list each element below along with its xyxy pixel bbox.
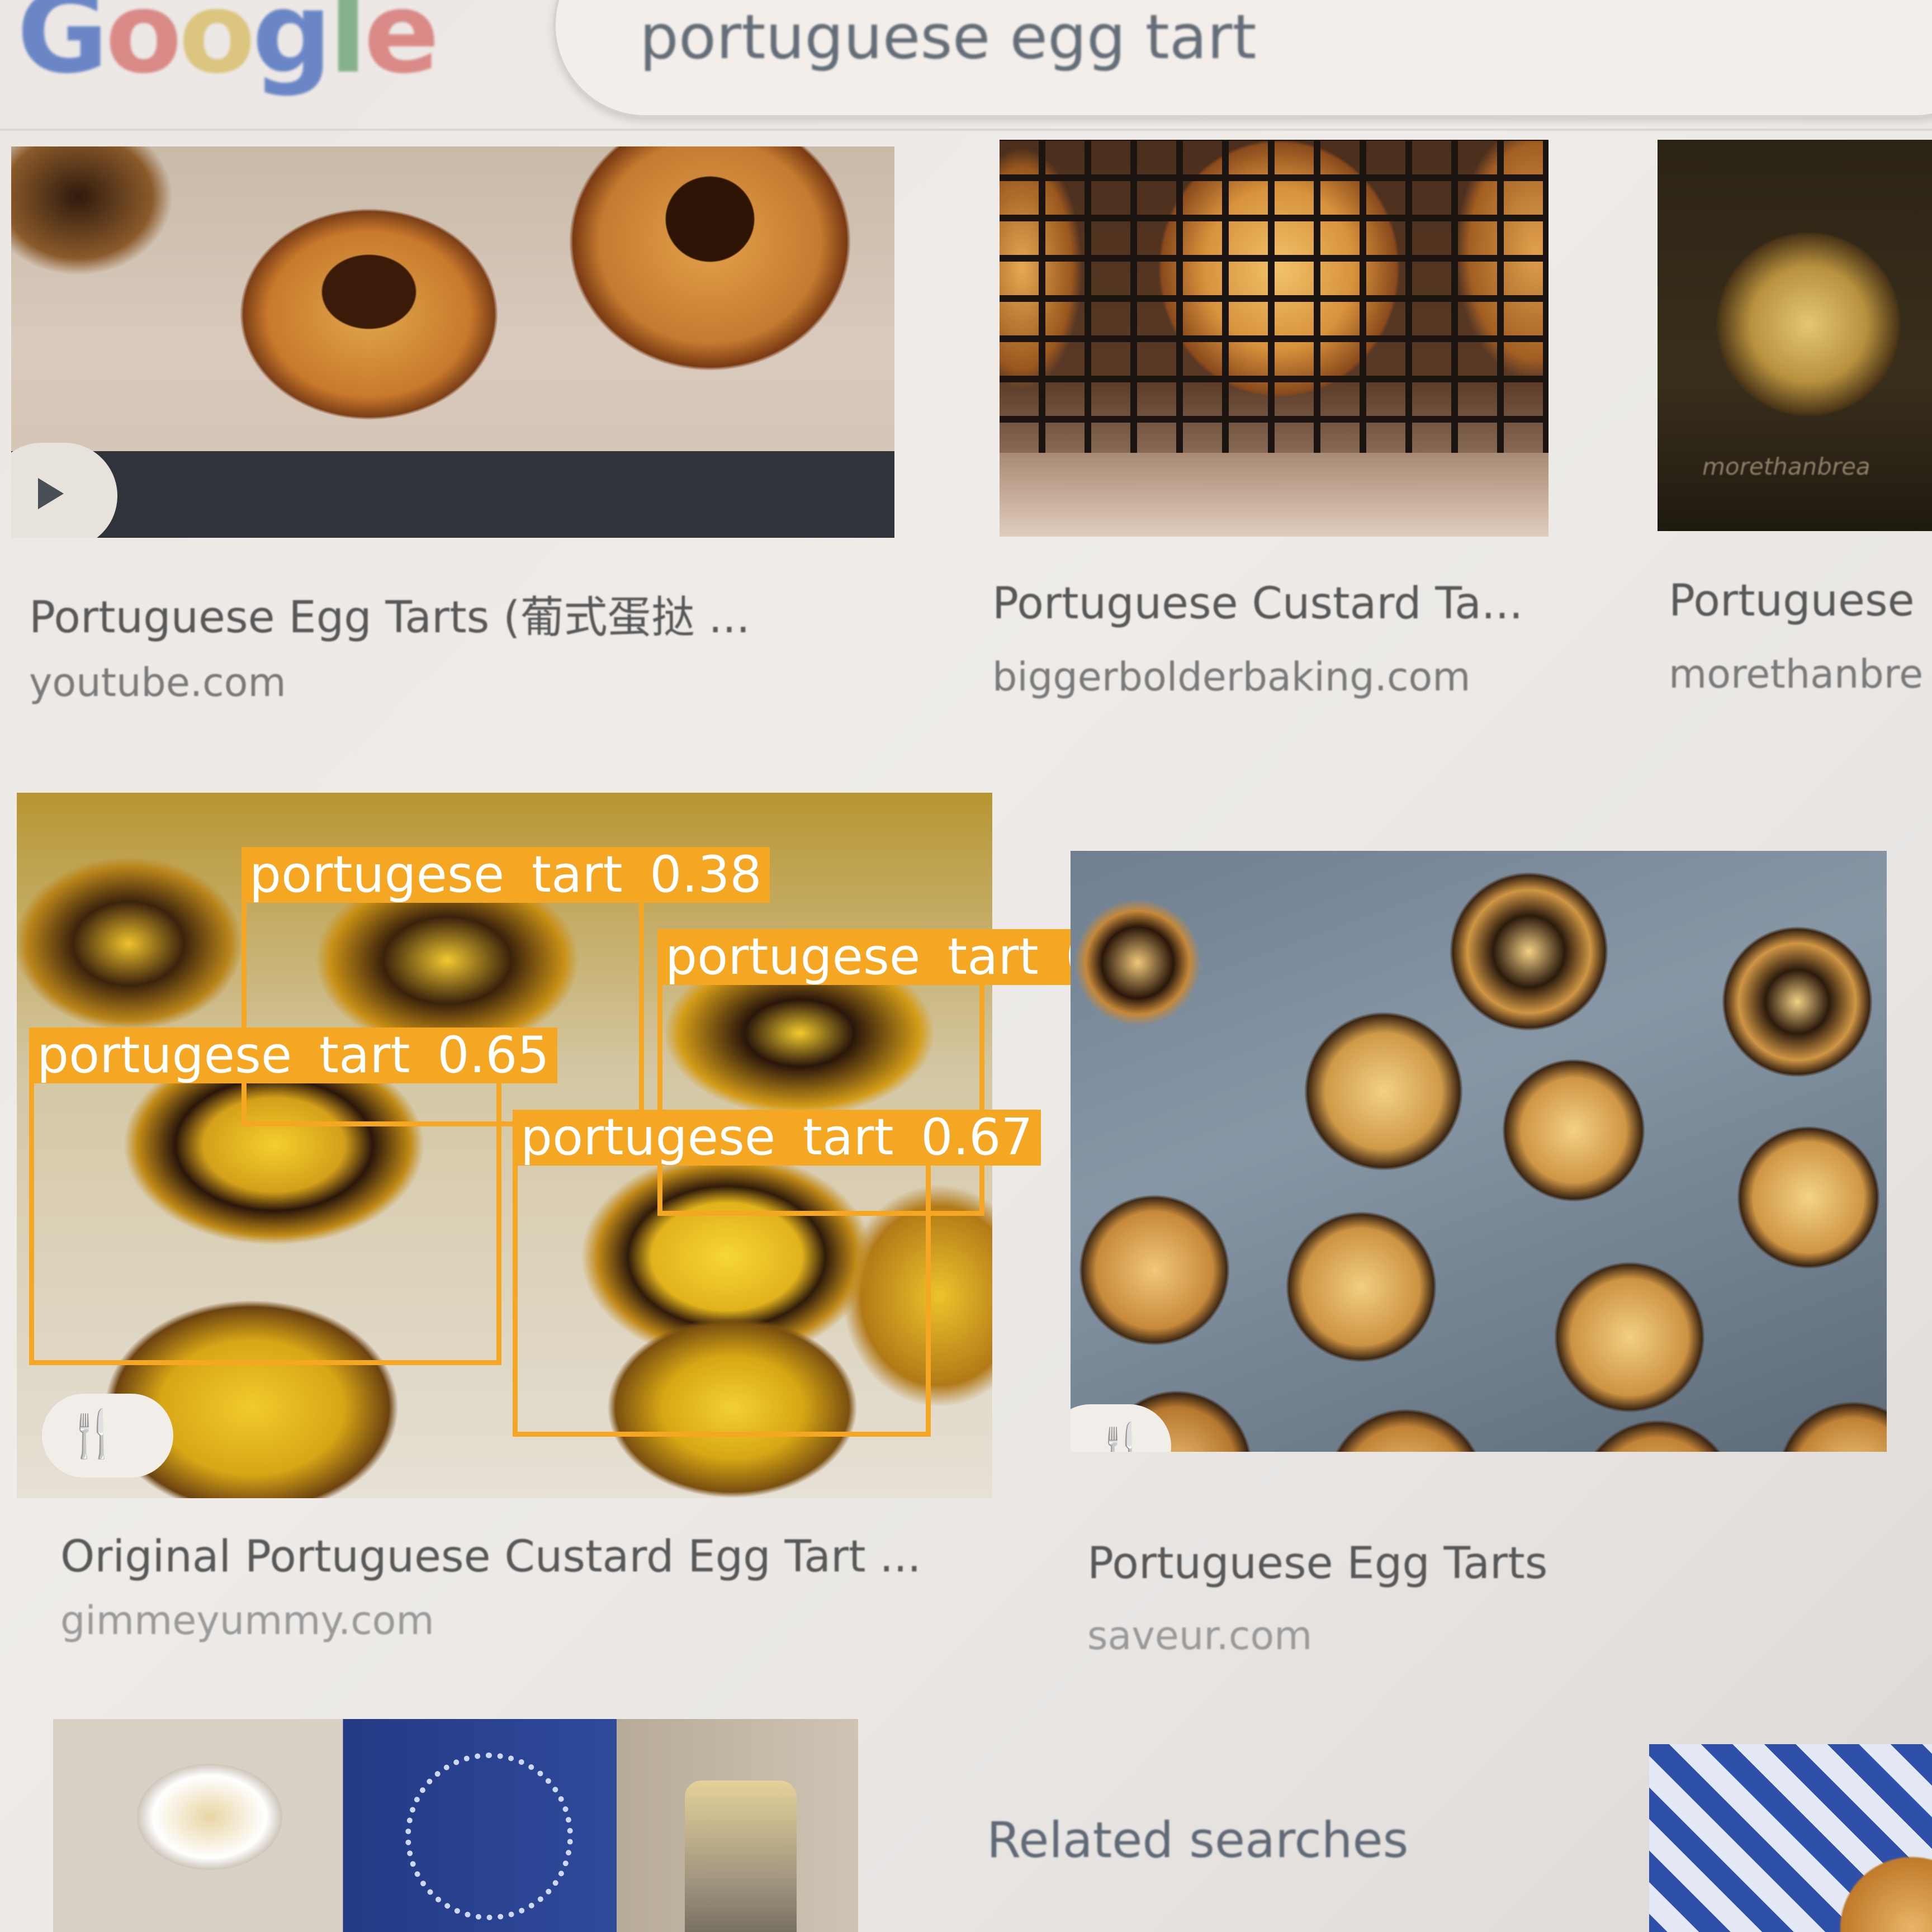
result-title-1[interactable]: Portuguese Egg Tarts (葡式蛋挞 ... bbox=[29, 583, 750, 645]
search-input[interactable]: portuguese egg tart bbox=[553, 0, 1932, 117]
utensils-icon: 🍴 bbox=[64, 1408, 122, 1461]
play-icon bbox=[38, 478, 64, 509]
header-divider bbox=[0, 129, 1932, 131]
utensils-icon: 🍴 bbox=[1093, 1421, 1150, 1452]
glass-image bbox=[685, 1781, 797, 1932]
result-source-4[interactable]: gimmeyummy.com bbox=[60, 1598, 434, 1644]
shelf-surface bbox=[1000, 453, 1549, 537]
result-source-5[interactable]: saveur.com bbox=[1087, 1613, 1312, 1659]
result-source-2[interactable]: biggerbolderbaking.com bbox=[992, 654, 1470, 700]
google-logo[interactable]: Google bbox=[17, 0, 439, 89]
coffee-cup-image bbox=[137, 1764, 282, 1870]
detection-label: portugese tart 0.67 bbox=[513, 1110, 1041, 1166]
result-image-3[interactable]: morethanbrea bbox=[1658, 140, 1932, 531]
result-title-2[interactable]: Portuguese Custard Ta... bbox=[992, 579, 1523, 629]
detection-label: portugese tart 0.38 bbox=[242, 847, 770, 903]
result-image-1[interactable] bbox=[11, 146, 894, 538]
result-title-4[interactable]: Original Portuguese Custard Egg Tart ... bbox=[60, 1532, 921, 1582]
detection-label: portugese tart 0.65 bbox=[29, 1027, 557, 1083]
detection-box bbox=[29, 1062, 501, 1365]
result-image-5[interactable]: 🍴 bbox=[1071, 851, 1887, 1452]
result-source-1[interactable]: youtube.com bbox=[29, 660, 286, 705]
related-image-collage[interactable] bbox=[53, 1719, 858, 1932]
related-image-tile[interactable] bbox=[1649, 1744, 1932, 1932]
result-image-2[interactable] bbox=[1000, 140, 1549, 537]
result-title-3[interactable]: Portuguese bbox=[1669, 576, 1915, 626]
related-searches-heading: Related searches bbox=[987, 1811, 1409, 1869]
search-query-text: portuguese egg tart bbox=[640, 1, 1257, 73]
result-title-5[interactable]: Portuguese Egg Tarts bbox=[1087, 1538, 1547, 1589]
bakery-logo-image bbox=[405, 1753, 573, 1920]
detection-box bbox=[513, 1146, 931, 1437]
browser-screen: Google portuguese egg tart Portuguese Eg… bbox=[0, 0, 1932, 1932]
image-watermark: morethanbrea bbox=[1702, 453, 1871, 480]
result-source-3[interactable]: morethanbre bbox=[1669, 651, 1923, 697]
video-bar bbox=[11, 451, 894, 538]
